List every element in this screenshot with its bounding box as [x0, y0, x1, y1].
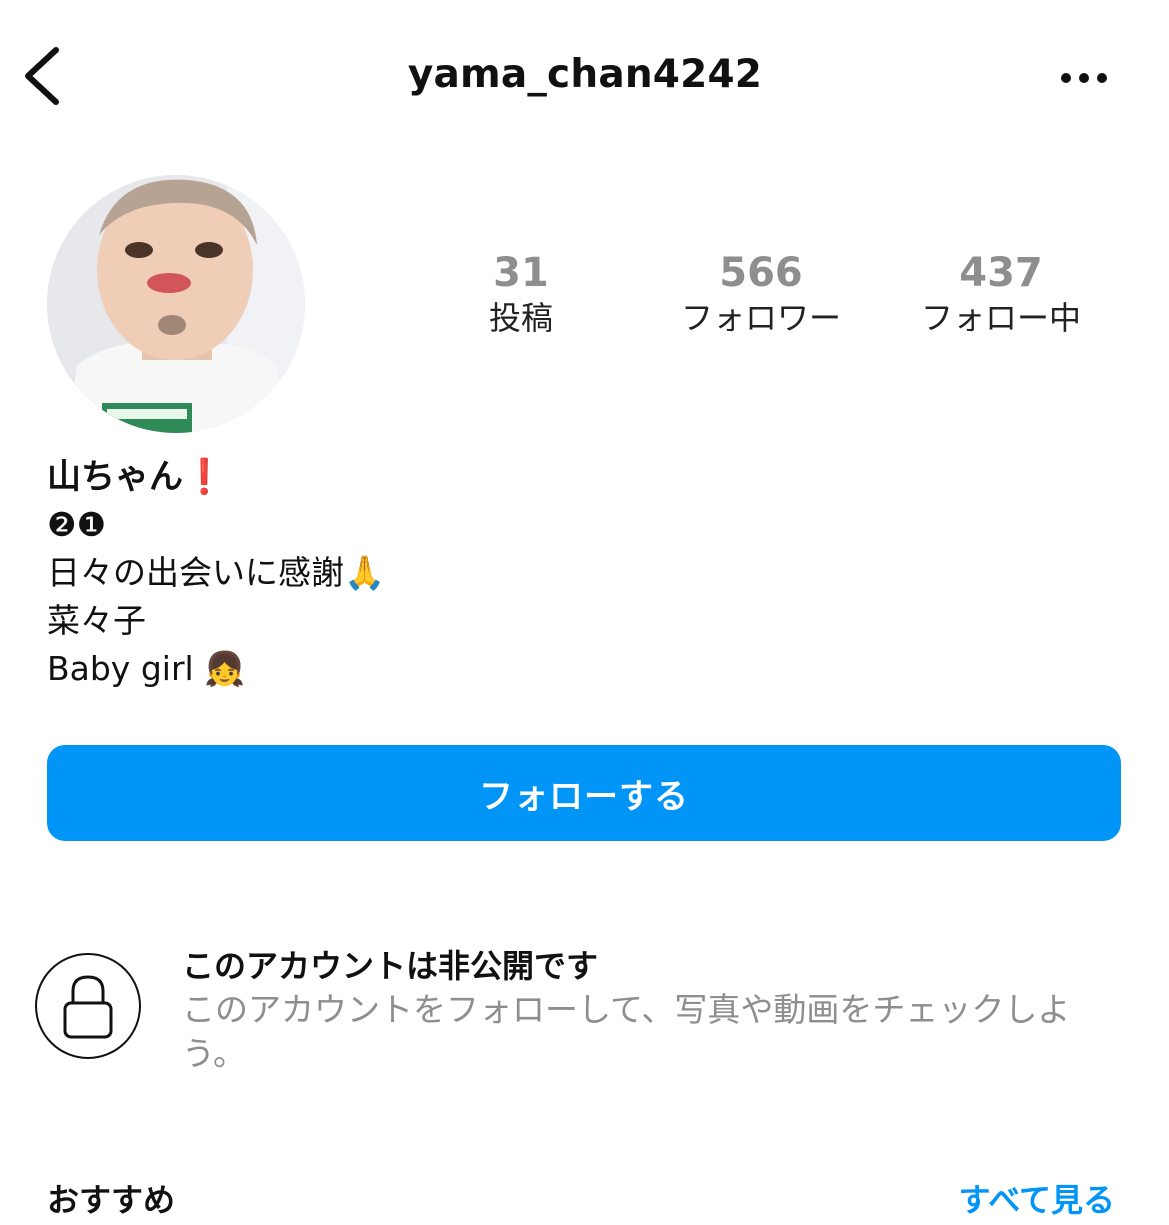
private-account-description: このアカウントをフォローして、写真や動画をチェックしよう。: [182, 990, 1071, 1073]
bio-line-4: Baby girl 👧: [47, 647, 245, 691]
back-button[interactable]: [18, 40, 78, 112]
posts-label: 投稿: [488, 299, 553, 337]
girl-emoji: 👧: [204, 649, 246, 688]
more-options-button[interactable]: [1052, 58, 1116, 98]
stat-followers[interactable]: 566 フォロワー: [651, 250, 871, 340]
bio-line-3: 菜々子: [47, 601, 146, 640]
following-count: 437: [959, 250, 1043, 296]
recommendations-title: おすすめ: [47, 1181, 176, 1219]
private-account-title: このアカウントは非公開です: [182, 947, 599, 985]
bio-line-4-text: Baby girl: [47, 649, 194, 688]
bio-line-2: 日々の出会いに感謝🙏: [47, 551, 385, 595]
display-name: 山ちゃん❗: [47, 455, 225, 499]
lock-icon: [35, 953, 141, 1059]
follow-button[interactable]: フォローする: [47, 745, 1121, 841]
following-label: フォロー中: [920, 299, 1081, 337]
avatar-photo: [47, 175, 305, 433]
exclamation-emoji: ❗: [183, 457, 226, 497]
praying-hands-emoji: 🙏: [344, 553, 386, 592]
profile-username: yama_chan4242: [407, 52, 763, 97]
display-name-text: 山ちゃん: [47, 457, 183, 497]
more-horizontal-icon: [1061, 73, 1107, 83]
bio-line-1: ❷❶: [47, 505, 107, 544]
followers-count: 566: [719, 250, 803, 296]
chevron-left-icon: [25, 47, 59, 105]
stat-following[interactable]: 437 フォロー中: [891, 250, 1111, 340]
bio-line-2-text: 日々の出会いに感謝: [47, 553, 344, 592]
see-all-link[interactable]: すべて見る: [959, 1178, 1115, 1222]
profile-avatar[interactable]: [47, 175, 305, 433]
stat-posts[interactable]: 31 投稿: [411, 250, 631, 340]
posts-count: 31: [493, 250, 549, 296]
followers-label: フォロワー: [680, 299, 841, 337]
